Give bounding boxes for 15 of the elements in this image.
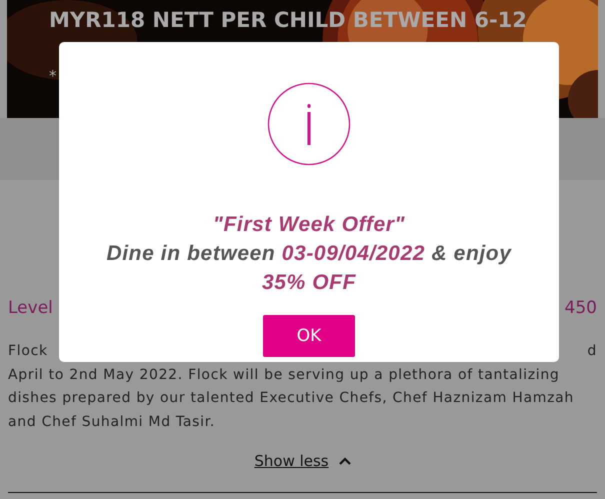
show-less-link[interactable]: Show less [254,452,351,470]
description-text: dishes prepared by our talented Executive Chefs, Chef Haznizam Hamzah [8,389,575,408]
info-icon [267,82,351,166]
phone-text: 450 [564,298,597,320]
dialog-title: "First Week Offer" [212,212,406,238]
location-text: Level [8,298,53,320]
description-text: April to 2nd May 2022. Flock will be serving up a plethora of tantalizing [8,366,560,384]
dialog-message: Dine in between 03-09/04/2022 & enjoy [106,241,512,267]
description-text: Flock [8,342,48,361]
description-text: d [587,342,597,361]
ok-button[interactable]: OK [263,315,355,357]
description-text: and Chef Suhalmi Md Tasir. [8,412,216,432]
offer-text: 35% OFF [260,270,358,296]
chevron-up-icon [338,457,351,465]
banner-note: * [49,66,56,86]
